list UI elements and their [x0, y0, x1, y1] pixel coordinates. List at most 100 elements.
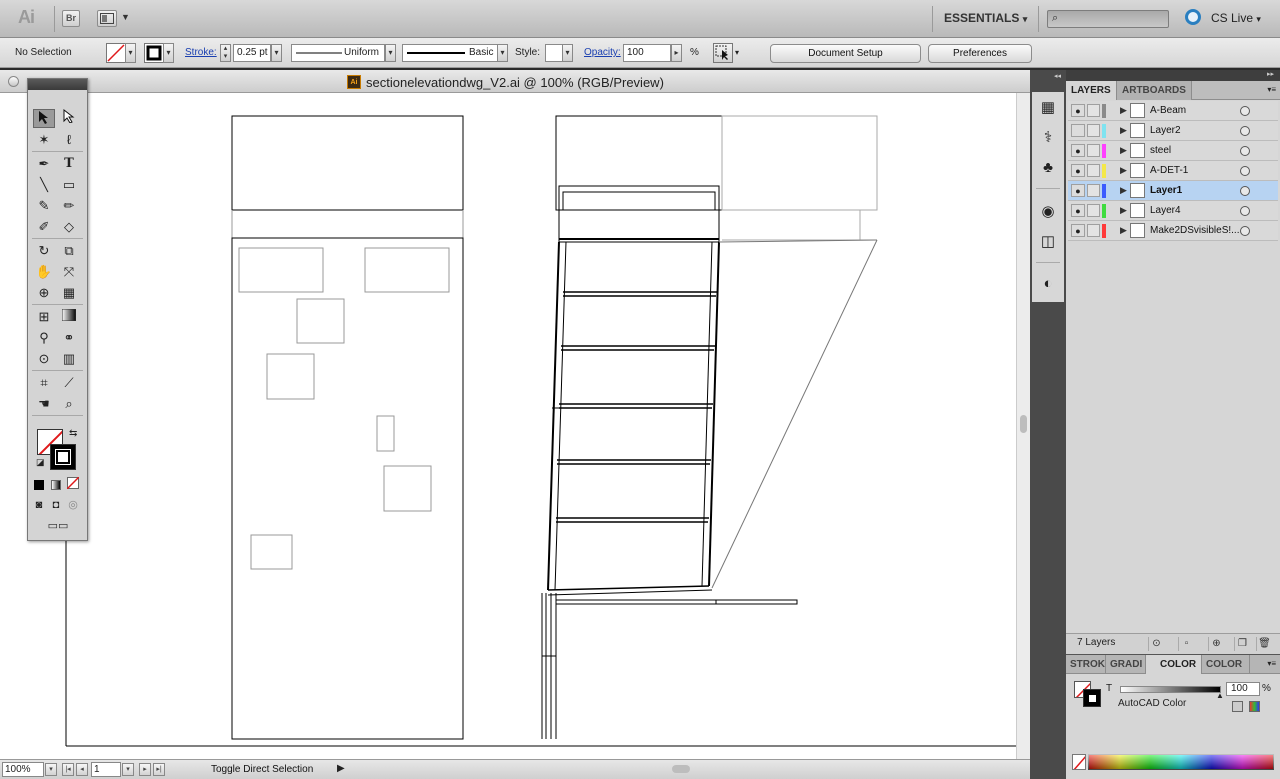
- panel-menu-icon[interactable]: ▾≡: [1267, 85, 1276, 94]
- last-artboard-button[interactable]: ▸|: [153, 763, 165, 776]
- graphic-style-dropdown[interactable]: ▾: [562, 44, 573, 62]
- tab-stroke[interactable]: STROK: [1066, 655, 1106, 674]
- visibility-eye-icon[interactable]: [1071, 124, 1085, 137]
- color-mode-icon[interactable]: [31, 477, 47, 493]
- visibility-eye-icon[interactable]: ●: [1071, 204, 1085, 217]
- tab-color[interactable]: COLOR: [1146, 655, 1202, 674]
- next-artboard-button[interactable]: ▸: [139, 763, 151, 776]
- target-circle-icon[interactable]: [1240, 106, 1250, 116]
- pencil-tool-icon[interactable]: ✏: [58, 196, 80, 215]
- stroke-color-box[interactable]: [50, 444, 76, 470]
- expand-triangle-icon[interactable]: ▶: [1120, 125, 1127, 136]
- stroke-weight-dropdown[interactable]: ▾: [271, 44, 282, 62]
- collapse-dock-icon[interactable]: ◂◂: [1054, 72, 1061, 80]
- profile-dropdown[interactable]: ▾: [385, 44, 396, 62]
- layer-name[interactable]: A-Beam: [1150, 105, 1186, 116]
- cs-live-icon[interactable]: [1185, 9, 1201, 25]
- locate-object-icon[interactable]: ⊙: [1148, 637, 1164, 651]
- warp-tool-icon[interactable]: ✋: [33, 262, 55, 281]
- brush-dropdown[interactable]: ▾: [497, 44, 508, 62]
- stroke-weight-field[interactable]: 0.25 pt: [233, 44, 271, 62]
- layer-row[interactable]: ● ▶ steel: [1068, 141, 1278, 161]
- artboard-dropdown[interactable]: ▾: [122, 763, 134, 776]
- lock-toggle[interactable]: [1087, 224, 1100, 237]
- chevron-down-icon[interactable]: ▾: [735, 48, 739, 57]
- previous-artboard-button[interactable]: ◂: [76, 763, 88, 776]
- pen-tool-icon[interactable]: ✒: [33, 154, 55, 173]
- expand-triangle-icon[interactable]: ▶: [1120, 145, 1127, 156]
- lasso-tool-icon[interactable]: ℓ: [58, 130, 80, 149]
- layer-name[interactable]: Layer2: [1150, 125, 1181, 136]
- opacity-panel-link[interactable]: Opacity:: [584, 47, 621, 58]
- blend-tool-icon[interactable]: ⚭: [58, 328, 80, 347]
- lock-toggle[interactable]: [1087, 144, 1100, 157]
- hand-tool-icon[interactable]: ☚: [33, 394, 55, 413]
- eraser-tool-icon[interactable]: ◇: [58, 217, 80, 236]
- layer-row[interactable]: ● ▶ Make2DSvisibleS!...: [1068, 221, 1278, 241]
- tab-gradient[interactable]: GRADI: [1106, 655, 1146, 674]
- tint-value-field[interactable]: 100: [1226, 682, 1260, 696]
- blob-brush-tool-icon[interactable]: ✐: [33, 217, 55, 236]
- lock-toggle[interactable]: [1087, 184, 1100, 197]
- document-setup-button[interactable]: Document Setup: [770, 44, 921, 63]
- selection-tool-icon[interactable]: [33, 109, 55, 128]
- expand-triangle-icon[interactable]: ▶: [1120, 185, 1127, 196]
- visibility-eye-icon[interactable]: ●: [1071, 184, 1085, 197]
- layer-name[interactable]: Make2DSvisibleS!...: [1150, 225, 1239, 236]
- tools-panel-header[interactable]: [28, 79, 87, 90]
- make-clipping-mask-icon[interactable]: ▫: [1178, 637, 1194, 651]
- gradient-tool-icon[interactable]: [58, 307, 80, 326]
- new-layer-icon[interactable]: ❐: [1234, 637, 1250, 651]
- vertical-scrollbar[interactable]: [1016, 93, 1030, 759]
- tab-artboards[interactable]: ARTBOARDS: [1117, 81, 1192, 100]
- slice-tool-icon[interactable]: ⟋: [58, 373, 80, 392]
- arrange-documents-button[interactable]: [97, 10, 117, 27]
- chevron-down-icon[interactable]: ▼: [121, 12, 130, 22]
- mesh-tool-icon[interactable]: ⊞: [33, 307, 55, 326]
- opacity-slider-button[interactable]: ▸: [671, 44, 682, 62]
- drawing-artwork[interactable]: [0, 93, 1016, 759]
- symbol-sprayer-tool-icon[interactable]: ⊙: [33, 349, 55, 368]
- type-tool-icon[interactable]: T: [58, 154, 80, 173]
- expand-triangle-icon[interactable]: ▶: [1120, 225, 1127, 236]
- out-of-web-icon[interactable]: [1232, 701, 1243, 712]
- default-colors-icon[interactable]: ◪: [36, 457, 45, 468]
- lock-toggle[interactable]: [1087, 164, 1100, 177]
- stroke-weight-stepper[interactable]: ▴ ▾: [220, 44, 231, 62]
- layer-name[interactable]: steel: [1150, 145, 1171, 156]
- zoom-dropdown[interactable]: ▾: [45, 763, 57, 776]
- rectangle-tool-icon[interactable]: ▭: [58, 175, 80, 194]
- screen-mode-icon[interactable]: ▭▭: [43, 518, 73, 534]
- workspace-switcher[interactable]: ESSENTIALS ▾: [944, 11, 1027, 25]
- brushes-panel-icon[interactable]: ⚕: [1038, 128, 1058, 148]
- zoom-field[interactable]: 100%: [2, 762, 44, 777]
- target-circle-icon[interactable]: [1240, 226, 1250, 236]
- transparency-panel-icon[interactable]: ◐: [1038, 274, 1058, 294]
- visibility-eye-icon[interactable]: ●: [1071, 224, 1085, 237]
- tab-color-guide[interactable]: COLOR: [1202, 655, 1250, 674]
- lock-toggle[interactable]: [1087, 124, 1100, 137]
- draw-inside-icon[interactable]: ◎: [65, 497, 81, 513]
- visibility-eye-icon[interactable]: ●: [1071, 164, 1085, 177]
- column-graph-tool-icon[interactable]: ▥: [58, 349, 80, 368]
- scale-tool-icon[interactable]: ⧉: [58, 241, 80, 260]
- layer-name[interactable]: Layer4: [1150, 205, 1181, 216]
- target-circle-icon[interactable]: [1240, 206, 1250, 216]
- status-menu-arrow-icon[interactable]: ▶: [337, 763, 345, 774]
- paintbrush-tool-icon[interactable]: ✎: [33, 196, 55, 215]
- fill-swatch[interactable]: [106, 43, 126, 63]
- stroke-dropdown[interactable]: ▾: [163, 43, 174, 63]
- zoom-tool-icon[interactable]: ⌕: [58, 394, 80, 413]
- appearance-panel-icon[interactable]: ◉: [1038, 202, 1058, 222]
- select-similar-button[interactable]: [713, 43, 733, 63]
- eyedropper-tool-icon[interactable]: ⚲: [33, 328, 55, 347]
- bridge-button[interactable]: Br: [62, 10, 80, 27]
- document-title-bar[interactable]: Ai sectionelevationdwg_V2.ai @ 100% (RGB…: [0, 70, 1030, 93]
- close-window-button[interactable]: [8, 76, 19, 87]
- target-circle-icon[interactable]: [1240, 146, 1250, 156]
- cs-live-menu[interactable]: CS Live ▾: [1211, 11, 1261, 25]
- direct-selection-tool-icon[interactable]: [58, 108, 80, 128]
- delete-layer-icon[interactable]: 🗑: [1256, 637, 1272, 651]
- swatches-panel-icon[interactable]: ▦: [1038, 98, 1058, 118]
- symbols-panel-icon[interactable]: ♣: [1038, 158, 1058, 178]
